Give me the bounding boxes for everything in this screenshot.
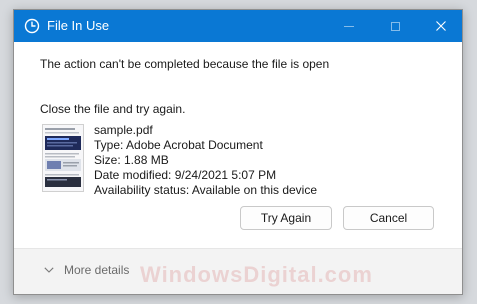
file-in-use-dialog: File In Use The action can't be complete… <box>13 9 463 295</box>
close-button[interactable] <box>418 10 464 42</box>
maximize-button[interactable] <box>372 10 418 42</box>
watermark-logo: WindowsDigital.com <box>140 262 373 287</box>
file-type: Type: Adobe Acrobat Document <box>94 138 263 152</box>
chevron-down-icon <box>44 267 54 273</box>
file-size: Size: 1.88 MB <box>94 153 169 167</box>
clock-icon <box>24 18 40 34</box>
more-details-label: More details <box>64 263 130 277</box>
file-name: sample.pdf <box>94 123 153 137</box>
maximize-icon <box>390 21 400 31</box>
more-details-toggle[interactable]: More details <box>44 263 129 277</box>
minimize-button[interactable] <box>326 10 372 42</box>
close-icon <box>436 21 446 31</box>
file-details: sample.pdf Type: Adobe Acrobat Document … <box>94 123 317 198</box>
file-date-modified: Date modified: 9/24/2021 5:07 PM <box>94 168 277 182</box>
cancel-button[interactable]: Cancel <box>343 206 434 230</box>
dialog-message: The action can't be completed because th… <box>40 57 330 71</box>
window-title: File In Use <box>47 18 110 33</box>
title-bar[interactable]: File In Use <box>14 10 462 42</box>
dialog-instruction: Close the file and try again. <box>40 102 186 116</box>
pdf-thumbnail <box>42 124 84 192</box>
minimize-icon <box>344 25 354 27</box>
try-again-button[interactable]: Try Again <box>240 206 332 230</box>
file-availability: Availability status: Available on this d… <box>94 183 318 197</box>
